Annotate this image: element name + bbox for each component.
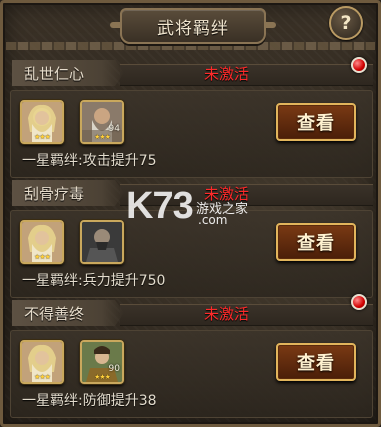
view-button[interactable]: 查看 <box>276 103 356 141</box>
bond-name-plate: 刮骨疗毒 <box>12 180 124 206</box>
view-button-label: 查看 <box>297 113 335 134</box>
bond-effect: 一星羁绊:防御提升38 <box>22 393 157 409</box>
hero-portrait-blonde-elder[interactable]: ★★★ <box>20 100 64 144</box>
hero-portrait-young-general[interactable]: 90 ★★★ <box>80 340 124 384</box>
view-button[interactable]: 查看 <box>276 223 356 261</box>
alert-dot-icon <box>351 57 367 73</box>
hero-portrait-gray-beard[interactable]: 94 ★★★ <box>80 100 124 144</box>
bond-effect: 一星羁绊:兵力提升750 <box>22 273 166 289</box>
help-button[interactable]: ? <box>329 6 363 40</box>
star-rating: ★★★ <box>94 133 111 141</box>
bond-row-3: 不得善终 未激活 ★★★ 90 ★★★ 查看 一星羁绊:防御提升38 <box>8 294 373 418</box>
star-rating: ★★★ <box>94 373 111 381</box>
bond-name-plate: 乱世仁心 <box>12 60 124 86</box>
question-icon: ? <box>340 12 352 34</box>
view-button-label: 查看 <box>297 353 335 374</box>
page-title: 武将羁绊 <box>157 18 229 39</box>
bond-name: 不得善终 <box>24 304 85 323</box>
bond-status: 未激活 <box>204 185 250 203</box>
title-tab: 武将羁绊 <box>110 8 276 44</box>
view-button[interactable]: 查看 <box>276 343 356 381</box>
bond-effect: 一星羁绊:攻击提升75 <box>22 153 157 169</box>
star-rating: ★★★ <box>34 133 51 141</box>
view-button-label: 查看 <box>297 233 335 254</box>
hero-portrait-blonde-elder[interactable]: ★★★ <box>20 340 64 384</box>
alert-dot-icon <box>351 294 367 310</box>
star-rating: ★★★ <box>34 373 51 381</box>
star-rating <box>84 253 120 261</box>
star-rating: ★★★ <box>34 253 51 261</box>
bond-row-1: 乱世仁心 未激活 ★★★ 94 ★★★ 查看 一星羁绊:攻击提升75 <box>8 57 373 178</box>
bond-status: 未激活 <box>204 305 250 323</box>
bond-row-2: 刮骨疗毒 未激活 ★★★ 查看 一星羁绊:兵力提升750 <box>8 180 373 298</box>
bond-name: 乱世仁心 <box>24 64 85 83</box>
hero-portrait-blonde-elder[interactable]: ★★★ <box>20 220 64 264</box>
bond-status: 未激活 <box>204 65 250 83</box>
bond-name: 刮骨疗毒 <box>24 184 85 203</box>
hero-portrait-dark-warrior[interactable] <box>80 220 124 264</box>
bond-name-plate: 不得善终 <box>12 300 124 326</box>
